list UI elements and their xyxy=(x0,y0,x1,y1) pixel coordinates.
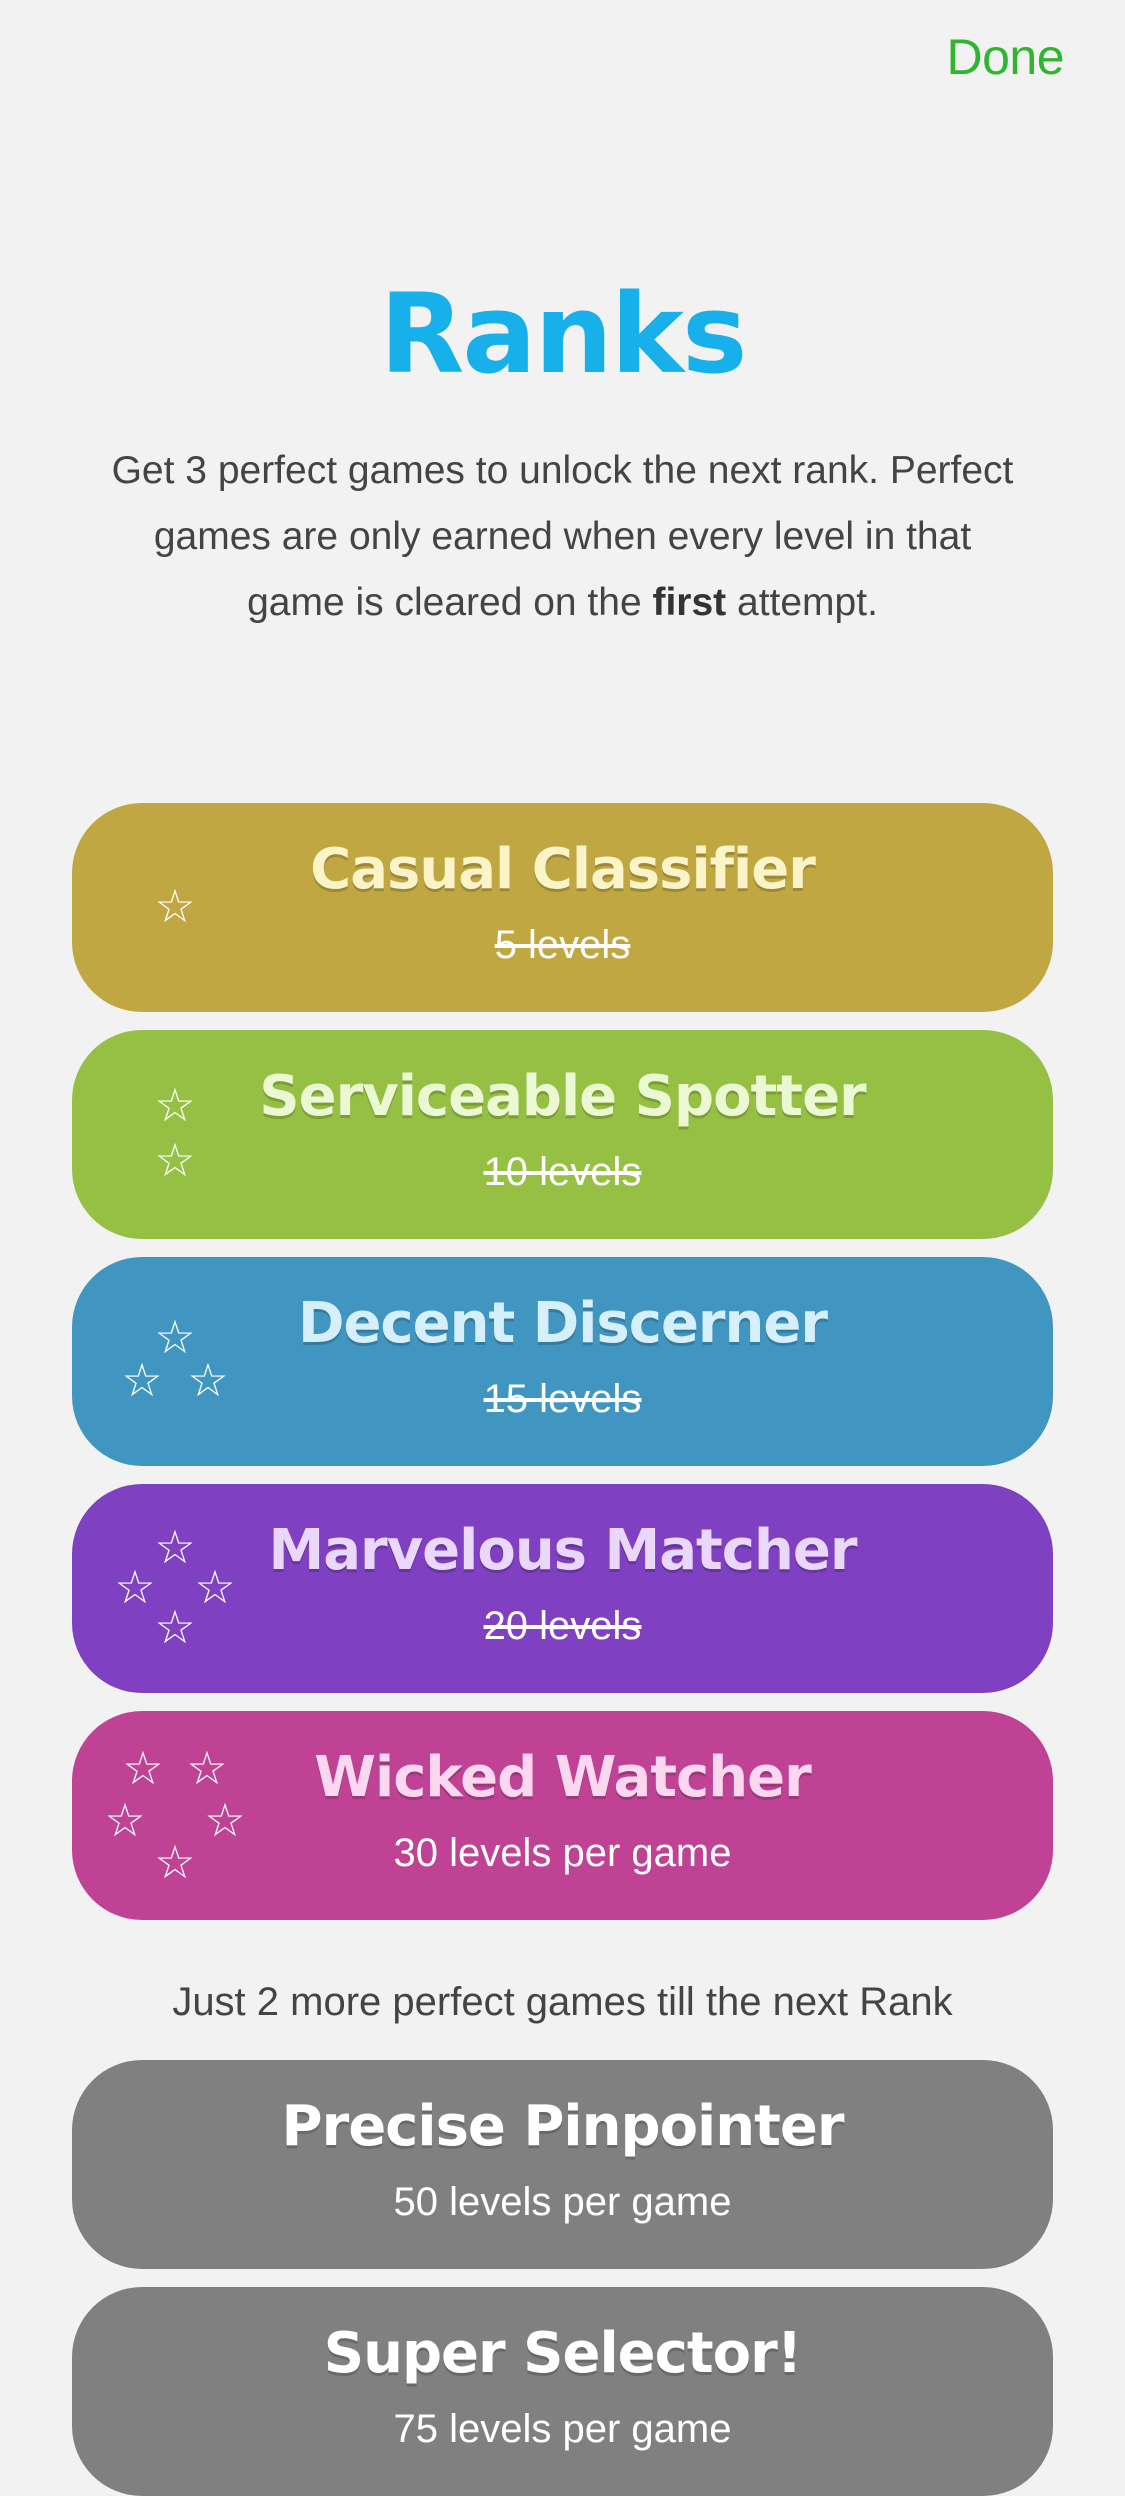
next-rank-note: Just 2 more perfect games till the next … xyxy=(172,1980,953,2024)
rank-levels: 20 levels xyxy=(483,1604,642,1648)
rank-levels: 75 levels per game xyxy=(393,2407,732,2451)
rank-card-precise-pinpointer[interactable]: Precise Pinpointer 50 levels per game xyxy=(72,2060,1053,2269)
rank-card-wicked-watcher[interactable]: ☆ ☆ ☆ ☆ ☆ Wicked Watcher 30 levels per g… xyxy=(72,1711,1053,1920)
intro-text: Get 3 perfect games to unlock the next r… xyxy=(100,438,1025,636)
rank-name: Serviceable Spotter xyxy=(259,1064,866,1129)
rank-name: Super Selector! xyxy=(323,2321,802,2386)
rank-card-casual-classifier[interactable]: ☆ Casual Classifier 5 levels xyxy=(72,803,1053,1012)
rank-levels: 30 levels per game xyxy=(393,1831,732,1875)
intro-emphasis: first xyxy=(652,581,727,624)
rank-name: Casual Classifier xyxy=(310,837,816,902)
rank-stars: ☆ ☆ ☆ ☆ xyxy=(72,1484,272,1693)
done-button[interactable]: Done xyxy=(946,28,1064,86)
rank-levels: 50 levels per game xyxy=(393,2180,732,2224)
rank-name: Decent Discerner xyxy=(297,1291,828,1356)
rank-card-serviceable-spotter[interactable]: ☆ ☆ Serviceable Spotter 10 levels xyxy=(72,1030,1053,1239)
rank-stars: ☆ ☆ ☆ ☆ ☆ xyxy=(72,1711,272,1920)
rank-name: Marvelous Matcher xyxy=(268,1518,858,1583)
rank-levels: 10 levels xyxy=(483,1150,642,1194)
rank-name: Precise Pinpointer xyxy=(281,2094,845,2159)
rank-stars: ☆ ☆ xyxy=(72,1030,272,1239)
rank-card-super-selector[interactable]: Super Selector! 75 levels per game xyxy=(72,2287,1053,2496)
rank-card-marvelous-matcher[interactable]: ☆ ☆ ☆ ☆ Marvelous Matcher 20 levels xyxy=(72,1484,1053,1693)
rank-levels: 5 levels xyxy=(494,923,631,967)
intro-text-start: Get 3 perfect games to unlock the next r… xyxy=(111,449,1014,624)
page-title: Ranks xyxy=(379,270,748,398)
intro-text-end: attempt. xyxy=(726,581,878,624)
rank-card-decent-discerner[interactable]: ☆ ☆ ☆ Decent Discerner 15 levels xyxy=(72,1257,1053,1466)
rank-stars: ☆ ☆ ☆ xyxy=(72,1257,272,1466)
rank-name: Wicked Watcher xyxy=(314,1745,811,1810)
rank-stars: ☆ xyxy=(72,803,272,1012)
rank-levels: 15 levels xyxy=(483,1377,642,1421)
